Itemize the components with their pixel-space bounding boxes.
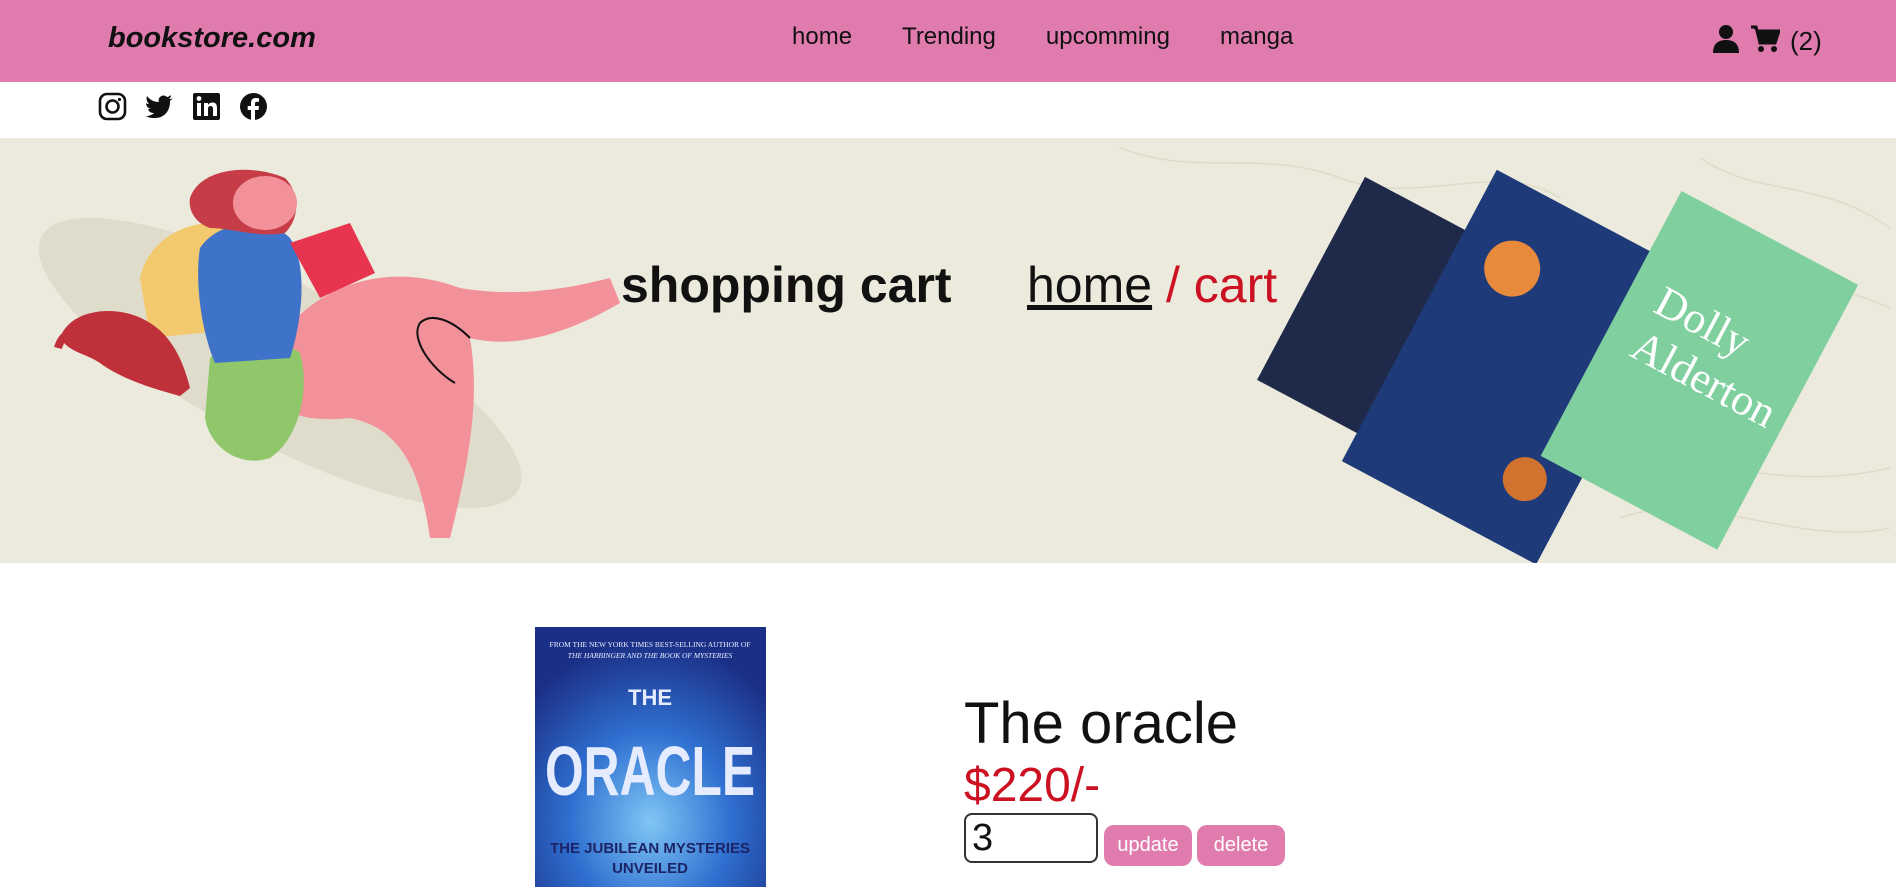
nav-manga[interactable]: manga [1220, 23, 1293, 51]
breadcrumb-home[interactable]: home [1027, 257, 1152, 313]
cart-count[interactable]: (2) [1790, 26, 1822, 57]
brand-logo[interactable]: bookstore.com [108, 22, 316, 55]
svg-text:FROM THE NEW YORK TIMES BEST-S: FROM THE NEW YORK TIMES BEST-SELLING AUT… [550, 640, 751, 649]
page-banner: Dolly Alderton shopping cart home / cart [0, 138, 1896, 563]
nav-home[interactable]: home [792, 23, 852, 51]
social-links [98, 92, 268, 121]
linkedin-icon[interactable] [192, 92, 221, 121]
user-area: (2) [1712, 24, 1822, 59]
breadcrumb-separator: / [1152, 257, 1194, 313]
nav-upcoming[interactable]: upcomming [1046, 23, 1170, 51]
facebook-icon[interactable] [239, 92, 268, 121]
update-button[interactable]: update [1104, 825, 1192, 866]
svg-text:UNVEILED: UNVEILED [612, 860, 688, 877]
instagram-icon[interactable] [98, 92, 127, 121]
page-title: shopping cart [621, 257, 952, 313]
svg-text:THE: THE [628, 685, 672, 710]
svg-text:THE HARBINGER AND THE BOOK OF: THE HARBINGER AND THE BOOK OF MYSTERIES [568, 651, 733, 660]
svg-text:THE JUBILEAN MYSTERIES: THE JUBILEAN MYSTERIES [550, 840, 750, 857]
twitter-icon[interactable] [145, 92, 174, 121]
book-cover-image: FROM THE NEW YORK TIMES BEST-SELLING AUT… [535, 627, 766, 887]
svg-text:ORACLE: ORACLE [545, 732, 755, 810]
nav-trending[interactable]: Trending [902, 23, 996, 51]
product-price: $220/- [964, 759, 1101, 812]
breadcrumb: home / cart [1027, 256, 1277, 314]
top-navbar: bookstore.com home Trending upcomming ma… [0, 0, 1896, 82]
delete-button[interactable]: delete [1197, 825, 1285, 866]
main-nav: home Trending upcomming manga [792, 23, 1293, 51]
product-name: The oracle [964, 691, 1239, 756]
breadcrumb-current: cart [1193, 257, 1278, 313]
cart-icon[interactable] [1750, 25, 1782, 58]
quantity-input[interactable] [964, 813, 1098, 863]
banner-illustration: Dolly Alderton [38, 147, 1891, 563]
user-icon[interactable] [1712, 24, 1740, 59]
